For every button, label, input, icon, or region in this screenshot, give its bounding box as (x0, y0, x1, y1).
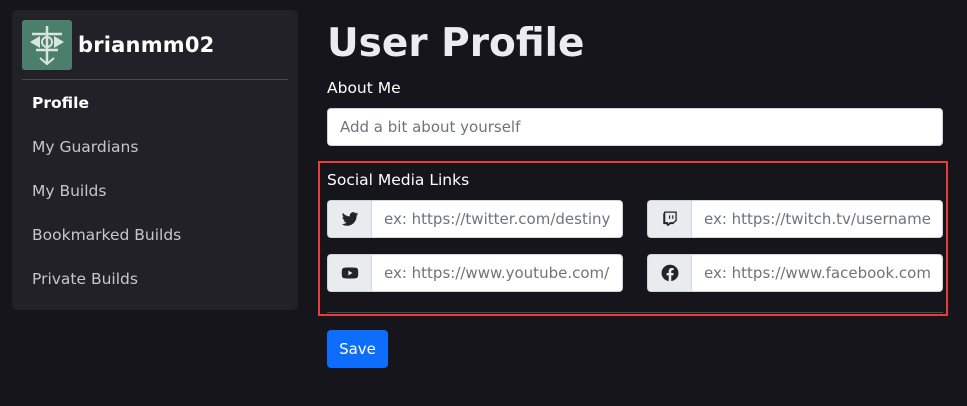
avatar (22, 20, 72, 70)
username: brianmm02 (78, 33, 215, 57)
sidebar-item-bookmarked-builds[interactable]: Bookmarked Builds (32, 215, 282, 259)
about-me-input[interactable] (327, 108, 943, 146)
page-title: User Profile (327, 21, 585, 66)
youtube-input-group (327, 254, 623, 292)
sidebar-item-my-guardians[interactable]: My Guardians (32, 127, 282, 171)
sidebar: brianmm02 Profile My Guardians My Builds… (12, 10, 298, 310)
twitter-input-group (327, 200, 623, 238)
section-divider (327, 312, 943, 313)
user-header: brianmm02 (22, 20, 215, 70)
save-button[interactable]: Save (327, 330, 388, 368)
youtube-url-input[interactable] (371, 254, 623, 292)
social-media-links-label: Social Media Links (327, 171, 470, 189)
twitter-url-input[interactable] (371, 200, 623, 238)
sidebar-item-private-builds[interactable]: Private Builds (32, 259, 282, 303)
twitch-url-input[interactable] (691, 200, 943, 238)
facebook-input-group (647, 254, 943, 292)
about-me-label: About Me (327, 79, 401, 97)
sidebar-item-profile[interactable]: Profile (32, 83, 282, 127)
facebook-icon (647, 254, 691, 292)
facebook-url-input[interactable] (691, 254, 943, 292)
youtube-icon (327, 254, 371, 292)
sidebar-item-my-builds[interactable]: My Builds (32, 171, 282, 215)
sidebar-nav: Profile My Guardians My Builds Bookmarke… (32, 83, 282, 303)
twitter-icon (327, 200, 371, 238)
twitch-input-group (647, 200, 943, 238)
sidebar-divider (22, 79, 288, 80)
twitch-icon (647, 200, 691, 238)
